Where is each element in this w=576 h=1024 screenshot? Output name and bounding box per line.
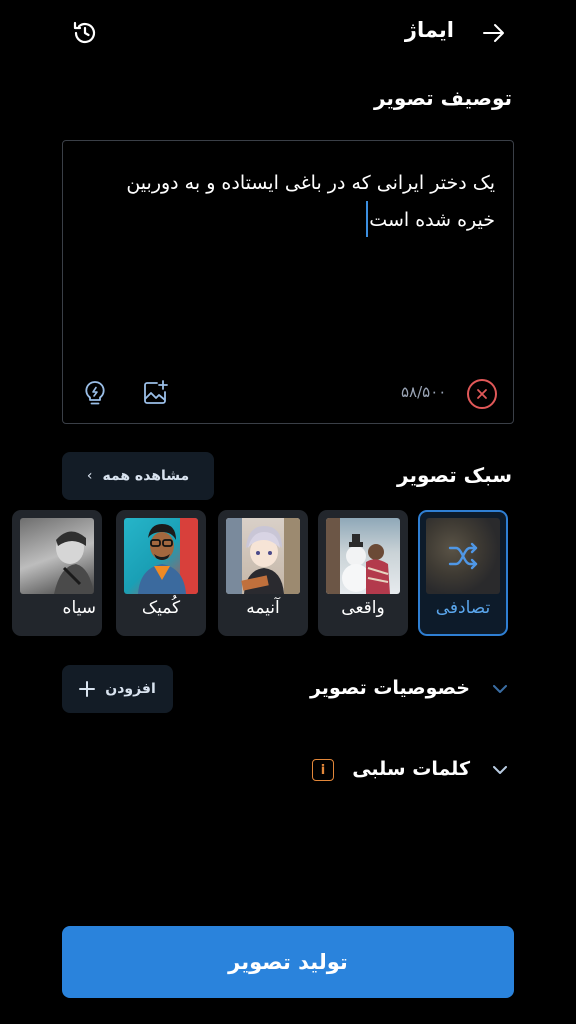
style-card-anime[interactable]: آنیمه <box>218 510 308 636</box>
style-thumbnail-comic <box>124 518 198 594</box>
chevron-left-icon: › <box>86 468 93 484</box>
style-thumbnail-anime <box>226 518 300 594</box>
style-card-bw[interactable]: سیاه <box>12 510 102 636</box>
prompt-text[interactable]: یک دختر ایرانی که در باغی ایستاده و به د… <box>95 165 495 238</box>
char-counter: ۵۸/۵۰۰ <box>401 383 447 401</box>
text-caret <box>366 201 369 237</box>
style-card-comic[interactable]: کُمیک <box>116 510 206 636</box>
style-label-realistic: واقعی <box>341 598 385 618</box>
prompt-ideas-button[interactable] <box>79 377 111 409</box>
style-label-anime: آنیمه <box>246 598 280 618</box>
prompt-section-title: توصیف تصویر <box>373 86 512 110</box>
add-reference-image-button[interactable] <box>139 377 171 409</box>
chevron-down-icon <box>493 765 507 774</box>
plus-icon <box>79 681 96 697</box>
see-all-styles-button[interactable]: مشاهده همه › <box>62 452 214 500</box>
style-label-random: تصادفی <box>435 598 491 618</box>
style-label-comic: کُمیک <box>141 598 181 618</box>
chevron-down-icon <box>493 684 507 693</box>
style-thumbnail-bw <box>20 518 94 594</box>
back-button[interactable] <box>478 18 510 48</box>
app-title: ایماژ <box>404 18 454 42</box>
close-icon <box>477 389 487 399</box>
style-card-random[interactable]: تصادفی <box>418 510 508 636</box>
shuffle-icon <box>448 542 478 570</box>
features-title: خصوصیات تصویر <box>309 677 470 699</box>
generate-image-button[interactable]: تولید تصویر <box>62 926 514 998</box>
negative-words-expand-toggle[interactable] <box>490 760 510 780</box>
arrow-right-icon <box>483 24 504 42</box>
lightbulb-icon <box>85 381 105 405</box>
add-feature-label: افزودن <box>105 681 156 697</box>
features-expand-toggle[interactable] <box>490 679 510 699</box>
style-label-bw: سیاه <box>62 598 96 618</box>
negative-words-title: کلمات سلبی <box>352 758 470 780</box>
add-feature-button[interactable]: افزودن <box>62 665 173 713</box>
generate-label: تولید تصویر <box>228 950 348 974</box>
image-add-icon <box>144 380 168 404</box>
prompt-input[interactable]: یک دختر ایرانی که در باغی ایستاده و به د… <box>62 140 514 424</box>
info-icon[interactable]: i <box>312 759 334 781</box>
history-button[interactable] <box>68 16 102 50</box>
realistic-preview-image <box>326 518 390 594</box>
style-thumbnail-random <box>426 518 500 594</box>
style-card-realistic[interactable]: واقعی <box>318 510 408 636</box>
history-icon <box>73 21 96 44</box>
see-all-label: مشاهده همه <box>102 468 190 484</box>
comic-preview-image <box>138 518 198 594</box>
style-thumbnail-realistic <box>326 518 400 594</box>
bw-preview-image <box>54 531 94 594</box>
clear-prompt-button[interactable] <box>467 379 497 409</box>
anime-preview-image <box>226 518 300 594</box>
style-section-title: سبک تصویر <box>397 463 512 487</box>
